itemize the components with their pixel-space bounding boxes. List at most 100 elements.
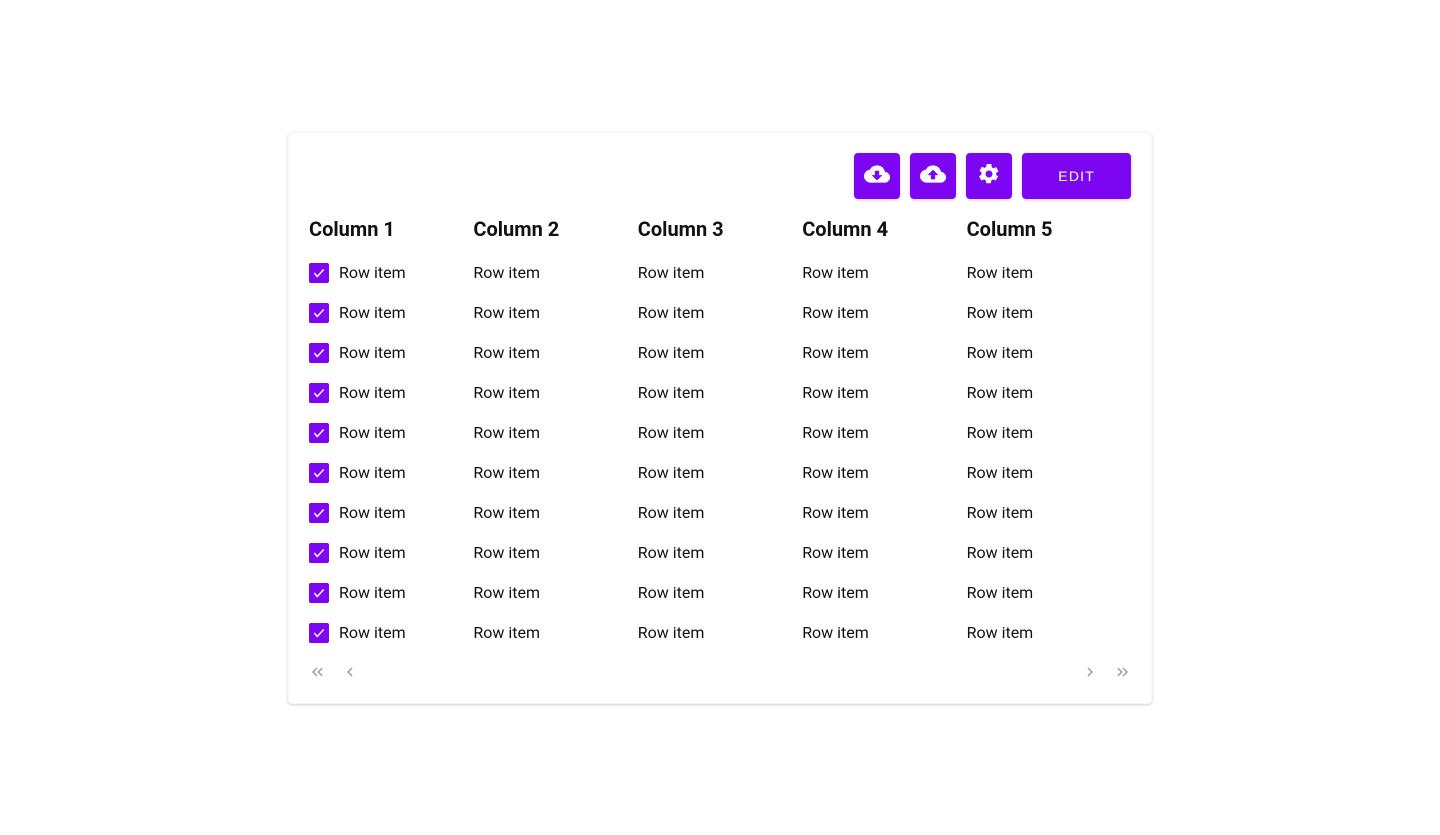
pager-right — [1081, 665, 1131, 683]
cell-text: Row item — [967, 303, 1034, 322]
cell-text: Row item — [802, 263, 869, 282]
last-page-button[interactable] — [1113, 665, 1131, 683]
row-checkbox[interactable] — [309, 303, 329, 323]
row-checkbox[interactable] — [309, 383, 329, 403]
pagination — [309, 665, 1131, 683]
table-row: Row item Row item Row item Row item Row item — [309, 293, 1131, 333]
table-cell: Row item — [967, 463, 1131, 482]
column-header-3: Column 3 — [638, 217, 802, 241]
table-cell: Row item — [967, 263, 1131, 282]
cell-text: Row item — [967, 503, 1034, 522]
cell-text: Row item — [802, 543, 869, 562]
cloud-download-icon — [864, 161, 890, 190]
row-checkbox[interactable] — [309, 263, 329, 283]
gear-icon — [977, 162, 1001, 189]
row-checkbox[interactable] — [309, 623, 329, 643]
table-cell: Row item — [802, 623, 966, 642]
cell-text: Row item — [473, 343, 540, 362]
download-button[interactable] — [854, 153, 900, 199]
table-cell: Row item — [309, 383, 473, 403]
cell-text: Row item — [473, 383, 540, 402]
table-cell: Row item — [473, 263, 637, 282]
row-checkbox[interactable] — [309, 583, 329, 603]
table-cell: Row item — [638, 423, 802, 442]
table-cell: Row item — [638, 543, 802, 562]
table-cell: Row item — [967, 343, 1131, 362]
cell-text: Row item — [638, 463, 705, 482]
table-header-row: Column 1 Column 2 Column 3 Column 4 Colu… — [309, 217, 1131, 241]
table-cell: Row item — [802, 343, 966, 362]
column-header-2: Column 2 — [473, 217, 637, 241]
table-row: Row itemRow itemRow itemRow itemRow item — [309, 373, 1131, 413]
cloud-upload-icon — [920, 161, 946, 190]
pager-left — [309, 665, 359, 683]
cell-text: Row item — [473, 303, 540, 322]
cell-text: Row item — [473, 263, 540, 282]
cell-text: Row item — [967, 343, 1034, 362]
cell-text: Row item — [339, 343, 406, 362]
data-table-card: EDIT Column 1 Column 2 Column 3 Column 4… — [288, 132, 1152, 704]
cell-text: Row item — [339, 503, 406, 522]
cell-text: Row item — [967, 623, 1034, 642]
first-page-button[interactable] — [309, 665, 327, 683]
chevron-left-icon — [341, 663, 359, 684]
table-cell: Row item — [473, 303, 637, 322]
table-cell: Row item — [967, 503, 1131, 522]
table-row: Row itemRow itemRow itemRow itemRow item — [309, 453, 1131, 493]
edit-button[interactable]: EDIT — [1022, 153, 1131, 199]
table-row: Row itemRow itemRow itemRow itemRow item — [309, 533, 1131, 573]
prev-page-button[interactable] — [341, 665, 359, 683]
table-cell: Row item — [309, 423, 473, 443]
table-cell: Row item — [309, 623, 473, 643]
table-cell: Row item — [638, 263, 802, 282]
table-cell: Row item — [309, 343, 473, 363]
table-cell: Row item — [309, 503, 473, 523]
cell-text: Row item — [638, 623, 705, 642]
upload-button[interactable] — [910, 153, 956, 199]
table-cell: Row item — [638, 383, 802, 402]
next-page-button[interactable] — [1081, 665, 1099, 683]
column-header-4: Column 4 — [802, 217, 966, 241]
chevron-right-icon — [1081, 663, 1099, 684]
cell-text: Row item — [802, 503, 869, 522]
table-cell: Row item — [473, 503, 637, 522]
table-cell: Row item — [473, 623, 637, 642]
cell-text: Row item — [339, 303, 406, 322]
table-cell: Row item — [473, 423, 637, 442]
chevron-double-left-icon — [309, 663, 327, 684]
cell-text: Row item — [473, 423, 540, 442]
cell-text: Row item — [638, 343, 705, 362]
table-cell: Row item — [802, 463, 966, 482]
table-row: Row itemRow itemRow itemRow itemRow item — [309, 413, 1131, 453]
cell-text: Row item — [339, 423, 406, 442]
cell-text: Row item — [802, 623, 869, 642]
column-header-1: Column 1 — [309, 217, 473, 241]
row-checkbox[interactable] — [309, 343, 329, 363]
row-checkbox[interactable] — [309, 423, 329, 443]
table-cell: Row item — [309, 543, 473, 563]
table-row: Row itemRow itemRow itemRow itemRow item — [309, 253, 1131, 293]
cell-text: Row item — [339, 583, 406, 602]
row-checkbox[interactable] — [309, 503, 329, 523]
table-row: Row itemRow itemRow itemRow itemRow item — [309, 493, 1131, 533]
table-cell: Row item — [309, 263, 473, 283]
cell-text: Row item — [967, 463, 1034, 482]
cell-text: Row item — [967, 263, 1034, 282]
table-cell: Row item — [802, 263, 966, 282]
table-cell: Row item — [638, 463, 802, 482]
cell-text: Row item — [638, 423, 705, 442]
row-checkbox[interactable] — [309, 463, 329, 483]
row-checkbox[interactable] — [309, 543, 329, 563]
cell-text: Row item — [339, 383, 406, 402]
cell-text: Row item — [638, 543, 705, 562]
table-cell: Row item — [967, 583, 1131, 602]
cell-text: Row item — [638, 263, 705, 282]
column-header-5: Column 5 — [967, 217, 1131, 241]
table-row: Row itemRow itemRow itemRow itemRow item — [309, 613, 1131, 653]
table-cell: Row item — [802, 303, 966, 322]
table-cell: Row item — [967, 383, 1131, 402]
settings-button[interactable] — [966, 153, 1012, 199]
cell-text: Row item — [638, 303, 705, 322]
cell-text: Row item — [802, 303, 869, 322]
cell-text: Row item — [339, 623, 406, 642]
